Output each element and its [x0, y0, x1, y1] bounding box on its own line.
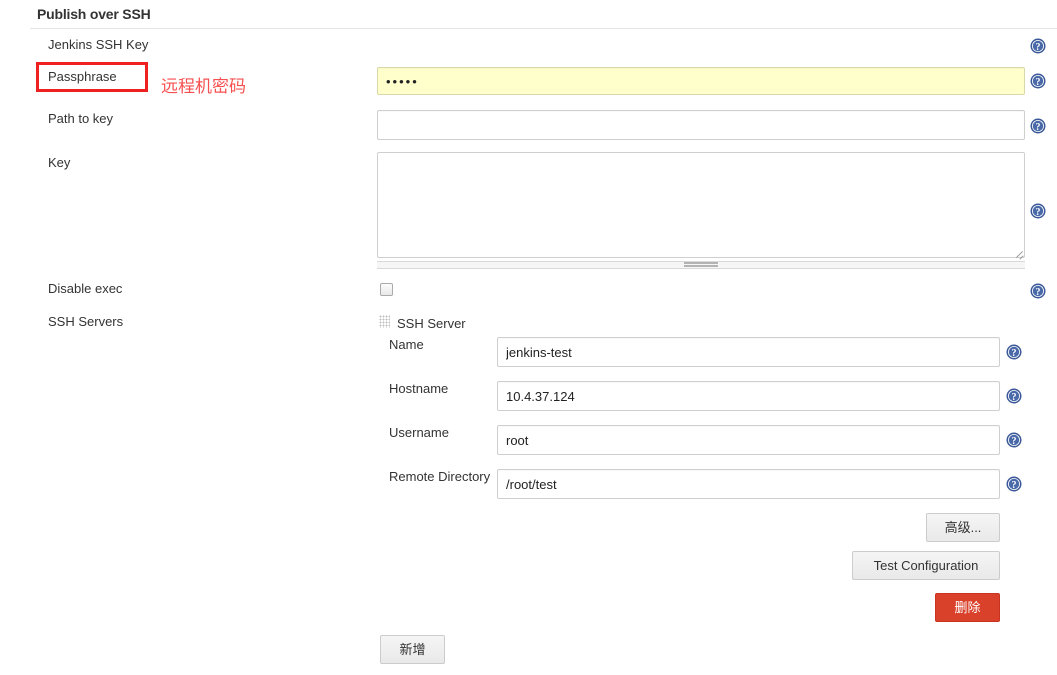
label-ssh-name: Name	[389, 337, 424, 352]
path-to-key-input[interactable]	[377, 110, 1025, 140]
svg-text:?: ?	[1012, 480, 1017, 491]
delete-button[interactable]: 删除	[935, 593, 1000, 622]
help-icon-ssh-name[interactable]: ?	[1006, 344, 1022, 360]
key-textarea[interactable]	[377, 152, 1025, 258]
help-icon-disable-exec[interactable]: ?	[1030, 283, 1046, 299]
label-ssh-remote-directory: Remote Directory	[389, 469, 491, 484]
label-disable-exec: Disable exec	[48, 281, 123, 296]
ssh-hostname-input[interactable]	[497, 381, 1000, 411]
label-ssh-servers: SSH Servers	[48, 314, 124, 329]
header-divider	[30, 28, 1057, 29]
svg-text:?: ?	[1036, 77, 1041, 88]
ssh-server-heading: SSH Server	[397, 316, 466, 331]
svg-text:?: ?	[1036, 122, 1041, 133]
annotation-passphrase-note: 远程机密码	[161, 77, 246, 97]
ssh-username-input[interactable]	[497, 425, 1000, 455]
svg-text:?: ?	[1036, 207, 1041, 218]
help-icon-path-to-key[interactable]: ?	[1030, 118, 1046, 134]
ssh-remote-directory-input[interactable]	[497, 469, 1000, 499]
help-icon-ssh-hostname[interactable]: ?	[1006, 388, 1022, 404]
drag-bar-grip	[684, 262, 718, 268]
textarea-drag-bar[interactable]	[377, 261, 1025, 269]
advanced-button[interactable]: 高级...	[926, 513, 1000, 542]
section-header: Publish over SSH	[0, 0, 1057, 30]
label-key: Key	[48, 155, 71, 170]
svg-text:?: ?	[1036, 287, 1041, 298]
label-passphrase: Passphrase	[48, 69, 117, 84]
drag-handle-icon[interactable]	[379, 315, 390, 328]
label-ssh-username: Username	[389, 425, 449, 440]
help-icon-passphrase[interactable]: ?	[1030, 73, 1046, 89]
help-icon-key[interactable]: ?	[1030, 203, 1046, 219]
add-button[interactable]: 新增	[380, 635, 445, 664]
passphrase-input[interactable]	[377, 67, 1025, 95]
label-jenkins-ssh-key: Jenkins SSH Key	[48, 37, 149, 52]
page-title: Publish over SSH	[37, 6, 151, 22]
help-icon-ssh-username[interactable]: ?	[1006, 432, 1022, 448]
help-icon-ssh-remote-directory[interactable]: ?	[1006, 476, 1022, 492]
test-configuration-button[interactable]: Test Configuration	[852, 551, 1000, 580]
svg-text:?: ?	[1036, 42, 1041, 53]
svg-text:?: ?	[1012, 392, 1017, 403]
label-ssh-hostname: Hostname	[389, 381, 449, 396]
help-icon-jenkins-ssh-key[interactable]: ?	[1030, 38, 1046, 54]
svg-text:?: ?	[1012, 436, 1017, 447]
label-path-to-key: Path to key	[48, 111, 114, 126]
disable-exec-checkbox[interactable]	[380, 283, 393, 296]
svg-text:?: ?	[1012, 348, 1017, 359]
ssh-name-input[interactable]	[497, 337, 1000, 367]
